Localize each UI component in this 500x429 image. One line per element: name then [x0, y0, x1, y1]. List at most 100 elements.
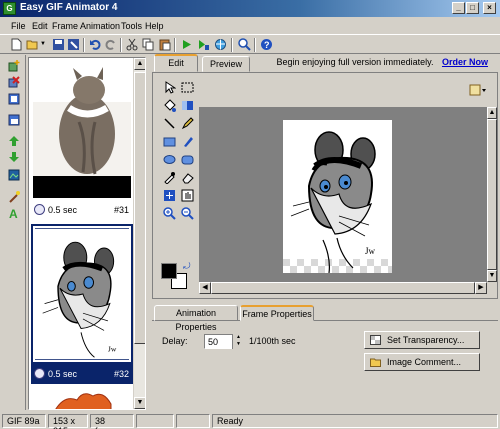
menu-tools[interactable]: Tools [121, 21, 142, 31]
hand-tool-icon[interactable] [181, 189, 194, 202]
canvas-hscroll-thumb[interactable] [211, 282, 475, 294]
frame-list-scrollbar[interactable]: ▲ ▼ [133, 58, 145, 409]
ellipse-tool-icon[interactable] [163, 153, 176, 166]
scroll-up-button[interactable]: ▲ [134, 58, 145, 70]
zoom-in-icon[interactable] [163, 207, 176, 220]
blank-frame-icon[interactable] [8, 114, 20, 126]
canvas-horizontal-scrollbar[interactable]: ◀ ▶ [199, 282, 487, 294]
insert-frame-icon[interactable] [8, 93, 20, 105]
foreground-color-swatch[interactable] [161, 263, 177, 279]
eraser-tool-icon[interactable] [181, 171, 194, 184]
scroll-down-button[interactable]: ▼ [134, 397, 145, 409]
effects-wand-icon[interactable] [8, 191, 20, 203]
move-down-icon[interactable] [8, 151, 20, 163]
copy-icon[interactable] [142, 38, 155, 51]
menu-file[interactable]: File [11, 21, 26, 31]
main-toolbar: ▼ ? [0, 34, 500, 54]
frame-thumbnail [33, 390, 131, 409]
clock-icon [34, 368, 45, 379]
new-file-icon[interactable] [10, 38, 23, 51]
paste-icon[interactable] [158, 38, 171, 51]
resize-tool-icon[interactable] [163, 189, 176, 202]
set-transparency-button[interactable]: Set Transparency... [364, 331, 480, 349]
menu-frame[interactable]: Frame [52, 21, 78, 31]
status-empty-2 [176, 414, 210, 428]
frame-thumbnail: Jw [33, 226, 131, 362]
comment-folder-icon [370, 358, 381, 367]
help-icon[interactable]: ? [260, 38, 273, 51]
gradient-tool-icon[interactable] [181, 99, 194, 112]
cut-icon[interactable] [126, 38, 139, 51]
select-tool-icon[interactable] [181, 81, 194, 94]
menu-bar: File Edit Frame Animation Tools Help [0, 18, 500, 34]
save-as-icon[interactable] [67, 38, 80, 51]
swap-colors-icon[interactable]: ⤾ [183, 261, 191, 272]
open-folder-icon[interactable] [26, 38, 39, 51]
rounded-rect-tool-icon[interactable] [181, 153, 194, 166]
eyedropper-tool-icon[interactable] [163, 171, 176, 184]
maximize-button[interactable]: □ [466, 2, 479, 14]
svg-text:Jw: Jw [108, 345, 117, 354]
canvas-scroll-up-button[interactable]: ▲ [487, 107, 497, 119]
frame-canvas[interactable]: Jw [283, 120, 392, 273]
delay-spinner[interactable]: ▲ ▼ [232, 334, 244, 349]
close-button[interactable]: × [483, 2, 496, 14]
canvas-scroll-right-button[interactable]: ▶ [475, 282, 487, 294]
frame-number: #32 [113, 369, 129, 379]
play-frames-icon[interactable] [197, 38, 210, 51]
internet-preview-icon[interactable] [214, 38, 227, 51]
edit-pane: ⤾ Jw ▲ ▼ ◀ ▶ [152, 72, 498, 299]
canvas-scroll-down-button[interactable]: ▼ [487, 270, 497, 282]
text-banner-icon[interactable]: A [8, 207, 20, 219]
redo-icon[interactable] [104, 38, 117, 51]
frame-item-31[interactable]: 0.5 sec #31 [31, 60, 133, 220]
canvas-vertical-scrollbar[interactable]: ▲ ▼ [487, 107, 497, 282]
tab-edit[interactable]: Edit [154, 54, 198, 72]
status-size: 153 x 215 [48, 414, 88, 429]
clock-icon [34, 204, 45, 215]
image-options-icon[interactable] [469, 83, 487, 97]
window-title: Easy GIF Animator 4 [20, 2, 118, 13]
image-frame-icon[interactable] [8, 169, 20, 181]
frame-item-33[interactable] [31, 388, 133, 409]
pointer-tool-icon[interactable] [163, 81, 176, 94]
save-icon[interactable] [52, 38, 65, 51]
frame-number: #31 [113, 205, 129, 215]
order-now-link[interactable]: Order Now [442, 57, 488, 67]
move-up-icon[interactable] [8, 135, 20, 147]
canvas-scroll-left-button[interactable]: ◀ [199, 282, 211, 294]
frame-list[interactable]: 0.5 sec #31 Jw 0.5 sec #32 ▲ ▼ [28, 57, 146, 410]
fill-tool-icon[interactable] [163, 99, 176, 112]
menu-animation[interactable]: Animation [80, 21, 120, 31]
scroll-thumb[interactable] [134, 72, 145, 344]
status-bar: GIF 89a 153 x 215 38 frames Ready [0, 412, 500, 429]
image-comment-button[interactable]: Image Comment... [364, 353, 480, 371]
optimize-icon[interactable] [238, 38, 251, 51]
canvas-scroll-thumb[interactable] [487, 119, 497, 270]
undo-icon[interactable] [89, 38, 102, 51]
menu-edit[interactable]: Edit [32, 21, 48, 31]
play-icon[interactable] [180, 38, 193, 51]
canvas-area: Jw [199, 107, 487, 282]
property-tabs: Animation Properties Frame Properties [152, 305, 498, 332]
line-tool-icon[interactable] [163, 117, 176, 130]
svg-text:A: A [9, 207, 18, 219]
frame-duration: 0.5 sec [48, 369, 78, 379]
open-dropdown-icon[interactable]: ▼ [40, 41, 46, 47]
tab-frame-properties[interactable]: Frame Properties [240, 305, 314, 321]
zoom-out-icon[interactable] [181, 207, 194, 220]
frame-item-32[interactable]: Jw 0.5 sec #32 [31, 224, 133, 384]
tab-preview[interactable]: Preview [202, 56, 250, 72]
pencil-tool-icon[interactable] [181, 117, 194, 130]
delete-frame-icon[interactable] [8, 76, 20, 88]
svg-text:?: ? [264, 40, 270, 50]
rectangle-tool-icon[interactable] [163, 135, 176, 148]
minimize-button[interactable]: _ [452, 2, 465, 14]
tab-animation-properties[interactable]: Animation Properties [154, 305, 238, 332]
color-picker[interactable]: ⤾ [159, 261, 193, 293]
set-transparency-label: Set Transparency... [387, 335, 465, 345]
delay-unit: 1/100th sec [249, 336, 296, 346]
menu-help[interactable]: Help [145, 21, 164, 31]
brush-tool-icon[interactable] [181, 135, 194, 148]
add-frame-icon[interactable] [8, 60, 20, 72]
